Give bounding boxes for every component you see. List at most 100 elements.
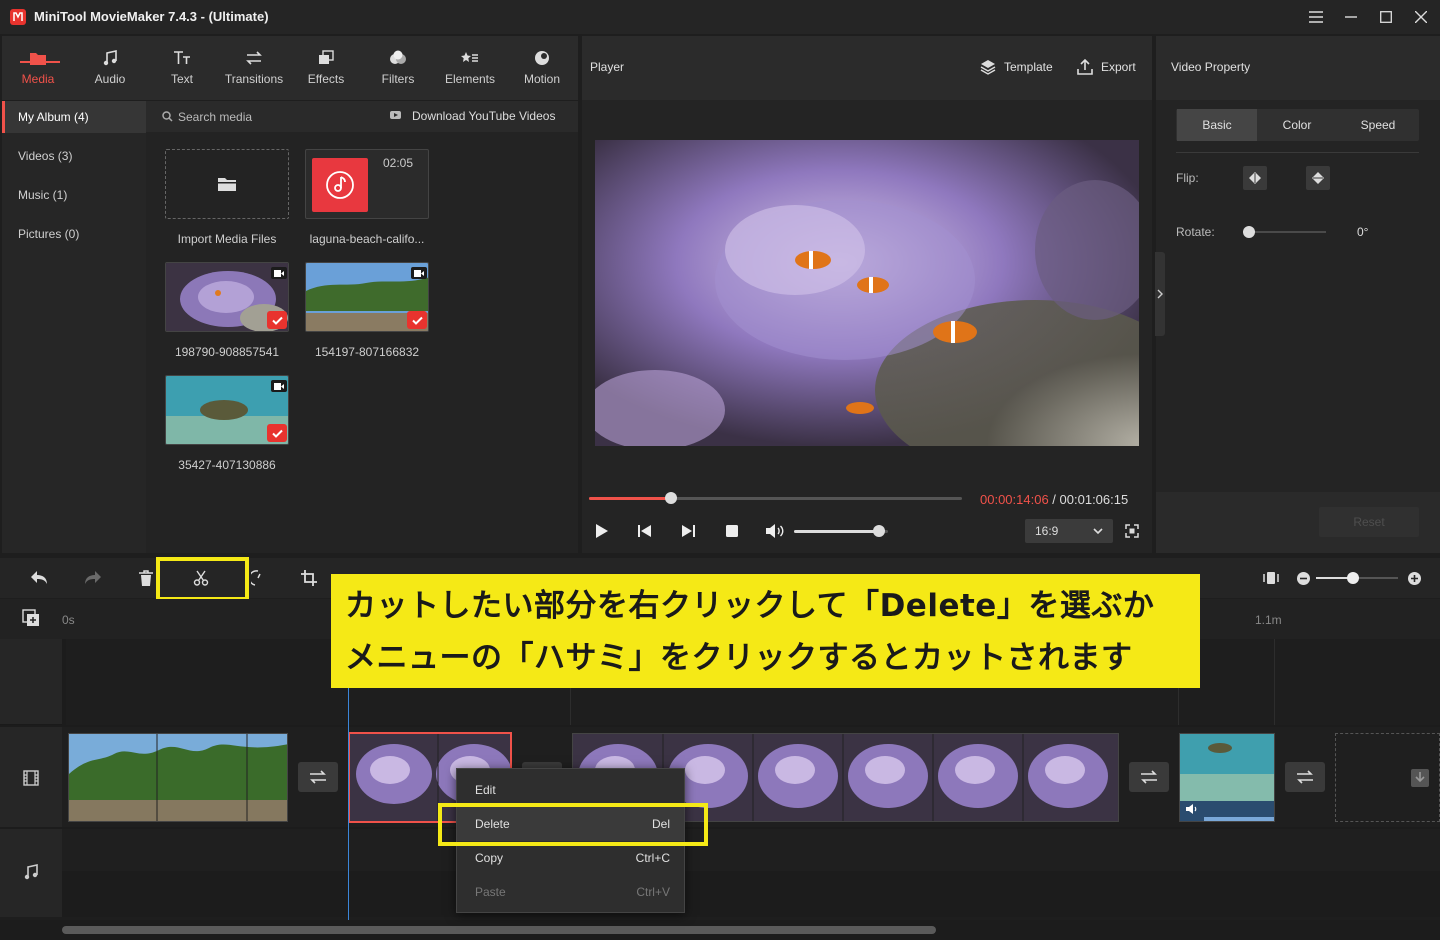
- prev-frame-button[interactable]: [637, 523, 653, 539]
- total-time: 00:01:06:15: [1059, 492, 1129, 507]
- elements-icon: [461, 52, 478, 62]
- next-frame-button[interactable]: [680, 523, 696, 539]
- app-logo-icon: [10, 9, 26, 25]
- transition-slot[interactable]: [298, 762, 338, 792]
- play-button[interactable]: [594, 523, 610, 539]
- playback-track[interactable]: [589, 492, 962, 504]
- tool-text[interactable]: Text: [147, 36, 217, 100]
- volume-handle[interactable]: [872, 525, 885, 537]
- tool-audio[interactable]: Audio: [75, 36, 145, 100]
- album-music[interactable]: Music (1): [2, 179, 146, 211]
- drop-clip-slot[interactable]: [1335, 733, 1440, 822]
- export-button[interactable]: Export: [1077, 59, 1136, 75]
- tool-transitions[interactable]: Transitions: [219, 36, 289, 100]
- player-title: Player: [590, 60, 625, 74]
- album-pictures[interactable]: Pictures (0): [2, 218, 146, 250]
- rotate-slider[interactable]: [1243, 226, 1326, 238]
- scissors-icon: [193, 570, 209, 586]
- download-youtube-link[interactable]: Download YouTube Videos: [412, 109, 555, 123]
- add-track-icon: [22, 609, 39, 626]
- tool-motion[interactable]: Motion: [507, 36, 577, 100]
- fit-timeline-button[interactable]: [1262, 570, 1280, 586]
- tab-speed[interactable]: Speed: [1338, 109, 1418, 141]
- video-track-head: [0, 727, 62, 827]
- undo-icon: [31, 571, 47, 584]
- search-input[interactable]: Search media: [178, 110, 252, 124]
- music-note-icon: [326, 171, 354, 199]
- tab-color[interactable]: Color: [1257, 109, 1337, 141]
- beach-filmstrip: [69, 734, 287, 821]
- speed-button[interactable]: [251, 570, 265, 586]
- import-media-tile[interactable]: [165, 149, 289, 219]
- maximize-icon[interactable]: [1375, 7, 1397, 27]
- timeline-clip-beach[interactable]: [68, 733, 288, 822]
- search-icon: [162, 111, 173, 122]
- split-button[interactable]: [193, 570, 209, 586]
- tool-filters[interactable]: Filters: [363, 36, 433, 100]
- fit-icon: [1263, 572, 1279, 584]
- video-media-tile[interactable]: [305, 262, 429, 332]
- window-title: MiniTool MovieMaker 7.4.3 - (Ultimate): [34, 9, 269, 24]
- aspect-ratio-select[interactable]: 16:9: [1025, 519, 1113, 543]
- flip-horizontal-icon: [1249, 172, 1261, 184]
- transition-slot[interactable]: [1129, 762, 1169, 792]
- horizontal-scrollbar[interactable]: [62, 926, 936, 934]
- minimize-icon[interactable]: [1340, 7, 1362, 27]
- menu-icon[interactable]: [1305, 7, 1327, 27]
- menu-item-edit[interactable]: Edit: [457, 773, 684, 807]
- music-note-icon: [103, 50, 117, 66]
- redo-icon: [85, 571, 101, 584]
- youtube-icon: [390, 110, 404, 122]
- redo-button[interactable]: [84, 570, 102, 586]
- tool-elements[interactable]: Elements: [435, 36, 505, 100]
- tool-media[interactable]: Media: [3, 36, 73, 100]
- delete-button[interactable]: [139, 570, 153, 586]
- zoom-out-button[interactable]: [1297, 572, 1310, 585]
- stop-icon: [726, 525, 738, 537]
- template-button[interactable]: Template: [980, 59, 1053, 75]
- volume-button[interactable]: [765, 523, 785, 539]
- fullscreen-button[interactable]: [1125, 524, 1139, 538]
- coral-reef-frame: [595, 140, 1139, 446]
- zoom-in-icon: [1408, 572, 1421, 585]
- album-my-album[interactable]: My Album (4): [2, 101, 146, 133]
- zoom-slider[interactable]: [1316, 572, 1398, 584]
- delete-highlight: [438, 803, 708, 846]
- film-icon: [23, 770, 39, 786]
- album-videos[interactable]: Videos (3): [2, 140, 146, 172]
- undo-button[interactable]: [30, 570, 48, 586]
- swap-icon: [1297, 770, 1313, 784]
- collapse-panel-handle[interactable]: [1155, 252, 1165, 336]
- transition-icon: [246, 51, 262, 65]
- rotate-handle[interactable]: [1243, 226, 1255, 238]
- effects-icon: [319, 50, 334, 64]
- close-icon[interactable]: [1410, 7, 1432, 27]
- timeline-clip-turtle[interactable]: [1179, 733, 1275, 822]
- chevron-right-icon: [1157, 289, 1163, 299]
- track-divider: [1274, 639, 1275, 725]
- flip-vertical-button[interactable]: [1306, 166, 1330, 190]
- menu-item-copy[interactable]: Copy Ctrl+C: [457, 841, 684, 875]
- add-track-button[interactable]: [22, 609, 40, 627]
- chevron-down-icon: [1093, 527, 1103, 534]
- transition-slot[interactable]: [1285, 762, 1325, 792]
- music-track-head: [0, 829, 62, 917]
- menu-item-paste[interactable]: Paste Ctrl+V: [457, 875, 684, 909]
- zoom-in-button[interactable]: [1408, 572, 1421, 585]
- ruler-end-label: 1.1m: [1255, 613, 1282, 627]
- music-media-tile[interactable]: 02:05: [305, 149, 429, 219]
- stop-button[interactable]: [725, 524, 739, 538]
- ruler-start-label: 0s: [62, 613, 75, 627]
- playback-handle[interactable]: [665, 492, 678, 504]
- tab-basic[interactable]: Basic: [1177, 109, 1257, 141]
- reset-button[interactable]: Reset: [1319, 507, 1419, 537]
- video-preview[interactable]: [595, 140, 1139, 446]
- volume-track[interactable]: [794, 525, 888, 537]
- rotate-value: 0°: [1357, 225, 1369, 239]
- flip-horizontal-button[interactable]: [1243, 166, 1267, 190]
- crop-button[interactable]: [301, 570, 317, 586]
- zoom-handle[interactable]: [1346, 572, 1359, 584]
- tool-effects[interactable]: Effects: [291, 36, 361, 100]
- video-media-tile[interactable]: [165, 375, 289, 445]
- video-media-tile[interactable]: [165, 262, 289, 332]
